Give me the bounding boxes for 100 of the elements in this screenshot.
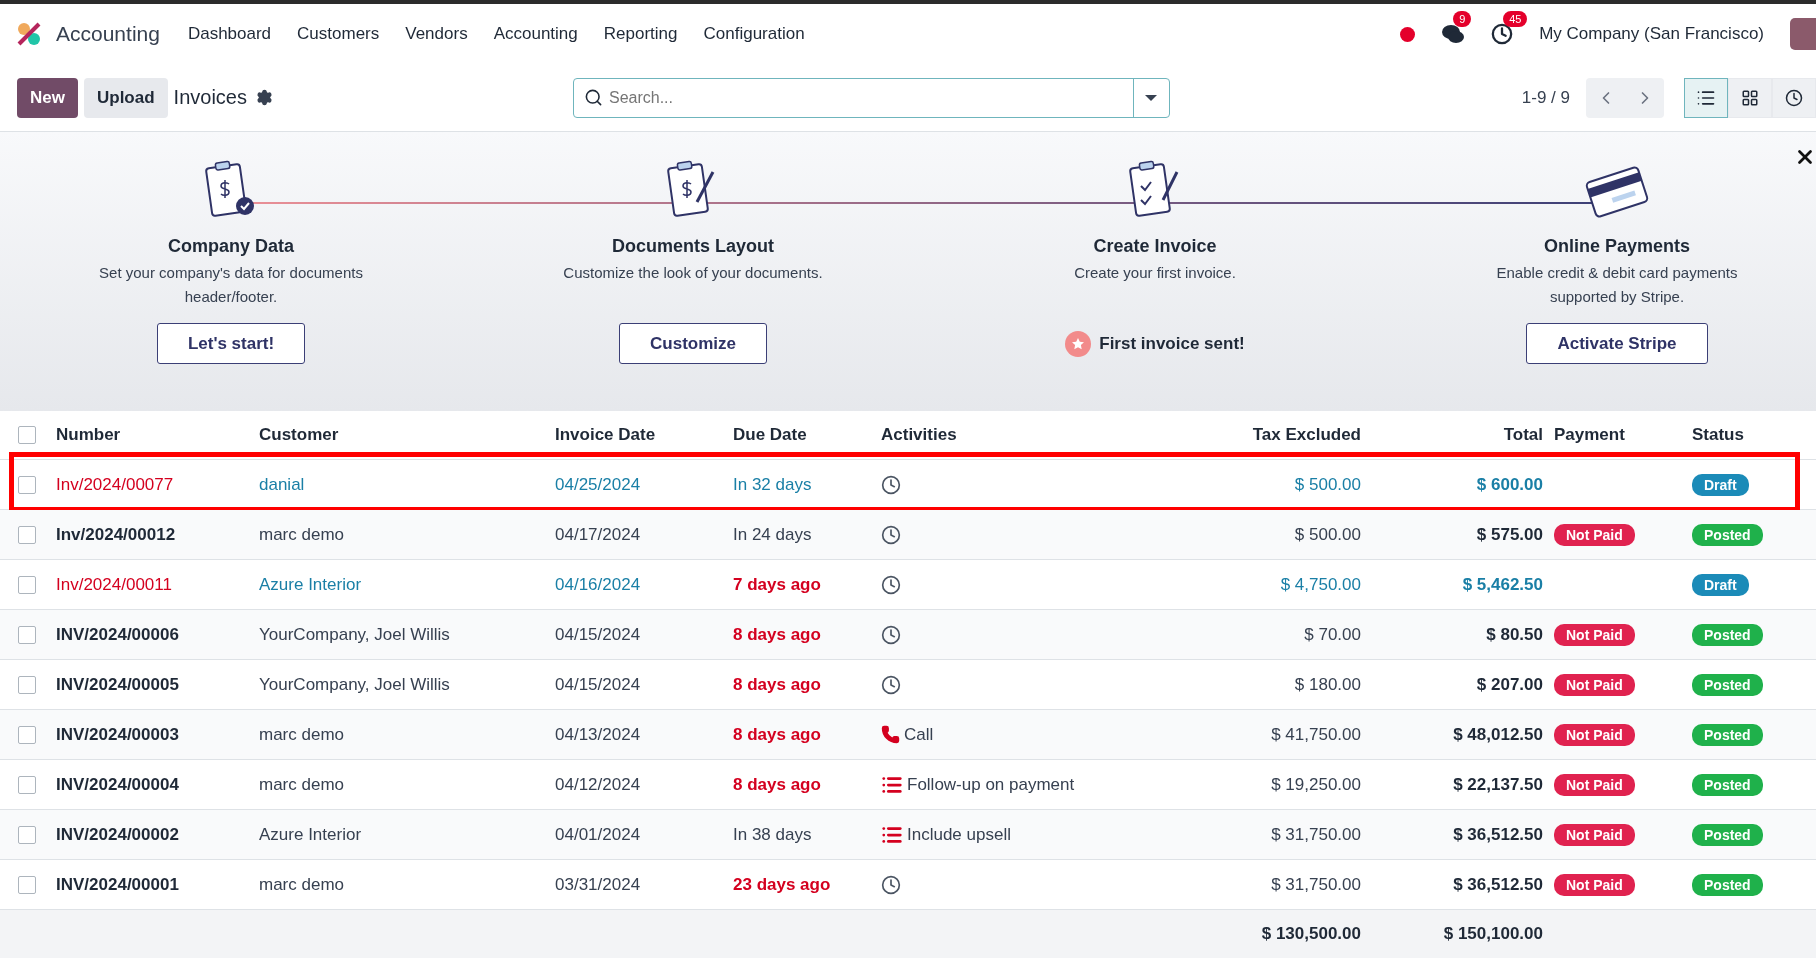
activity-label[interactable]: Call: [904, 724, 934, 745]
total-amount: $ 22,137.50: [1452, 774, 1543, 795]
payment-status-badge: Not Paid: [1554, 723, 1635, 746]
status-dot[interactable]: [1400, 26, 1416, 42]
invoice-number: INV/2024/00003: [56, 724, 180, 745]
step-action-button[interactable]: Activate Stripe: [1526, 323, 1708, 364]
row-checkbox[interactable]: [18, 575, 36, 594]
due-date: 8 days ago: [733, 724, 822, 745]
invoice-date: 04/17/2024: [555, 524, 642, 545]
total-amount: $ 207.00: [1475, 674, 1543, 695]
row-checkbox[interactable]: [18, 875, 36, 894]
invoice-date: 04/12/2024: [555, 774, 642, 795]
menu-item[interactable]: Accounting: [493, 24, 578, 44]
column-header[interactable]: Tax Excluded: [1201, 425, 1361, 445]
row-checkbox[interactable]: [18, 625, 36, 644]
tax-excluded-amount: $ 41,750.00: [1270, 724, 1361, 745]
row-checkbox[interactable]: [18, 775, 36, 794]
invoice-date: 04/16/2024: [555, 574, 642, 595]
total-amount: $ 575.00: [1475, 524, 1543, 545]
clock-icon[interactable]: [881, 574, 901, 595]
row-checkbox[interactable]: [18, 725, 36, 744]
row-checkbox[interactable]: [18, 825, 36, 844]
column-header[interactable]: Customer: [259, 425, 555, 445]
invoice-number: Inv/2024/00012: [56, 524, 177, 545]
due-date: In 38 days: [733, 824, 813, 845]
step-description: Enable credit & debit card payments supported by Stripe.: [1495, 263, 1739, 307]
app-logo-icon[interactable]: [16, 21, 42, 47]
due-date: 8 days ago: [733, 674, 822, 695]
status-badge: Posted: [1692, 773, 1763, 796]
column-header[interactable]: Status: [1692, 425, 1816, 445]
menu-item[interactable]: Vendors: [405, 24, 468, 44]
activity-clock-icon[interactable]: [1491, 23, 1514, 45]
tax-excluded-amount: $ 19,250.00: [1270, 774, 1361, 795]
clock-icon[interactable]: [881, 624, 901, 645]
step-action-button[interactable]: Let's start!: [156, 323, 306, 364]
menu-item[interactable]: Reporting: [603, 24, 678, 44]
activity-label[interactable]: Follow-up on payment: [907, 774, 1075, 795]
due-date: In 24 days: [733, 524, 813, 545]
view-switch-button[interactable]: [1684, 77, 1728, 118]
clock-icon[interactable]: [881, 474, 901, 495]
search-field[interactable]: Search...: [572, 77, 1170, 118]
payment-status-badge: Not Paid: [1554, 523, 1635, 546]
step-description: Customize the look of your documents.: [563, 263, 823, 283]
total-amount: $ 48,012.50: [1452, 724, 1543, 745]
status-badge: Posted: [1692, 623, 1763, 646]
menu-item[interactable]: Customers: [297, 24, 380, 44]
tax-excluded-amount: $ 70.00: [1303, 624, 1361, 645]
total-amount: $ 5,462.50: [1461, 574, 1543, 595]
customer-name: marc demo: [259, 874, 346, 895]
invoice-number: INV/2024/00001: [56, 874, 180, 895]
customer-name: YourCompany, Joel Willis: [259, 674, 451, 695]
step-title: Company Data: [168, 236, 294, 257]
step-action-button[interactable]: Customize: [619, 323, 767, 364]
invoice-number: INV/2024/00005: [56, 674, 180, 695]
customer-name: Azure Interior: [259, 824, 363, 845]
column-header[interactable]: Due Date: [733, 425, 881, 445]
column-header[interactable]: Total: [1361, 425, 1543, 445]
column-header[interactable]: Number: [56, 425, 259, 445]
menu-item[interactable]: Dashboard: [187, 24, 272, 44]
upload-button[interactable]: Upload: [83, 77, 168, 118]
customer-name: marc demo: [259, 724, 346, 745]
pager-counter[interactable]: 1-9 / 9: [1521, 87, 1570, 108]
customer-name: marc demo: [259, 524, 346, 545]
invoice-number: INV/2024/00002: [56, 824, 180, 845]
column-header[interactable]: Activities: [881, 425, 1201, 445]
status-badge: Posted: [1692, 673, 1763, 696]
step-title: Online Payments: [1543, 236, 1691, 257]
status-badge: Posted: [1692, 873, 1763, 896]
column-header[interactable]: Payment: [1543, 425, 1692, 445]
app-name[interactable]: Accounting: [56, 22, 160, 46]
clock-icon[interactable]: [881, 524, 901, 545]
select-all-checkbox[interactable]: [18, 426, 36, 444]
clock-icon[interactable]: [881, 674, 901, 695]
tax-excluded-amount: $ 500.00: [1293, 474, 1361, 495]
search-input[interactable]: Search...: [602, 78, 1133, 117]
invoice-number: INV/2024/00004: [56, 774, 180, 795]
activity-label[interactable]: Include upsell: [907, 824, 1011, 845]
phone-icon[interactable]: [881, 725, 900, 744]
row-checkbox[interactable]: [18, 675, 36, 694]
tax-excluded-amount: $ 31,750.00: [1270, 824, 1361, 845]
tax-excluded-sum: $ 130,500.00: [1260, 924, 1361, 944]
tax-excluded-amount: $ 180.00: [1293, 674, 1361, 695]
row-checkbox[interactable]: [18, 475, 36, 494]
company-name[interactable]: My Company (San Francisco): [1539, 24, 1764, 44]
chat-bubbles-icon[interactable]: [1441, 23, 1466, 45]
message-count: 9: [1453, 11, 1472, 27]
step-description: Create your first invoice.: [1074, 263, 1236, 283]
payment-status-badge: Not Paid: [1554, 873, 1635, 896]
total-amount: $ 80.50: [1485, 624, 1543, 645]
step-title: Documents Layout: [612, 236, 774, 257]
clock-icon[interactable]: [881, 874, 901, 895]
new-button[interactable]: New: [17, 77, 78, 118]
search-icon: [583, 88, 603, 107]
settings-icon[interactable]: [255, 89, 273, 106]
menu-item[interactable]: Configuration: [703, 24, 805, 44]
total-sum: $ 150,100.00: [1442, 924, 1543, 944]
column-header[interactable]: Invoice Date: [555, 425, 733, 445]
step-description: Set your company's data for documents header/footer.: [98, 263, 364, 307]
due-date: 8 days ago: [733, 774, 822, 795]
row-checkbox[interactable]: [18, 525, 36, 544]
